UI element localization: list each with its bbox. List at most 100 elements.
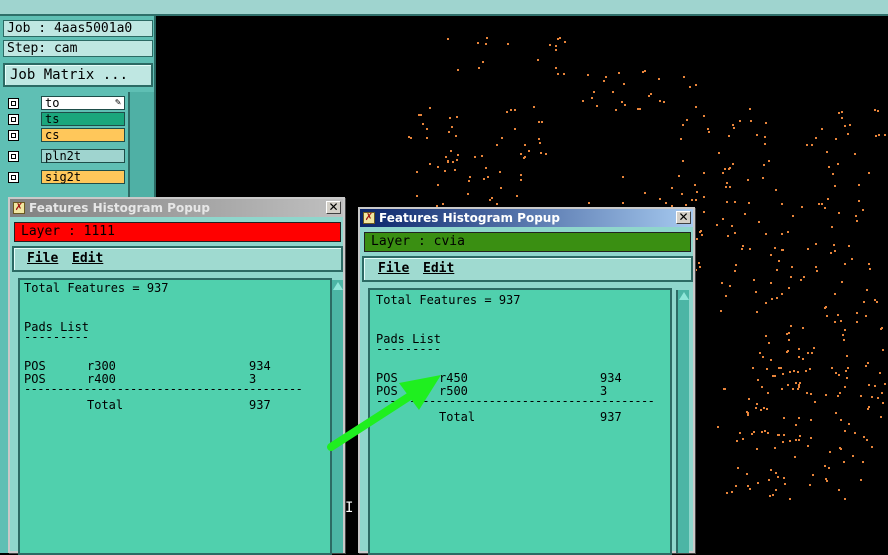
app-icon: ✗ bbox=[13, 202, 25, 214]
report-scrollbar[interactable] bbox=[330, 280, 343, 553]
feature-pad bbox=[793, 370, 795, 372]
feature-pad bbox=[756, 134, 758, 136]
layer-name-cs[interactable]: cs bbox=[41, 128, 125, 142]
feature-pad bbox=[729, 167, 731, 169]
layer-name-pln2t[interactable]: pln2t bbox=[41, 149, 125, 163]
feature-pad bbox=[868, 263, 870, 265]
feature-pad bbox=[703, 211, 705, 213]
feature-pad bbox=[774, 247, 776, 249]
feature-pad bbox=[824, 207, 826, 209]
feature-pad bbox=[539, 142, 541, 144]
scroll-up-arrow-icon[interactable] bbox=[333, 282, 343, 290]
feature-pad bbox=[533, 106, 535, 108]
feature-pad bbox=[844, 386, 846, 388]
feature-pad bbox=[496, 144, 498, 146]
feature-pad bbox=[763, 407, 765, 409]
feature-pad bbox=[474, 156, 476, 158]
layer-name-to[interactable]: to bbox=[41, 96, 125, 110]
feature-pad bbox=[833, 244, 835, 246]
feature-pad bbox=[815, 266, 817, 268]
layer-row-to[interactable]: to ✎ bbox=[3, 96, 128, 112]
feature-pad bbox=[810, 393, 812, 395]
feature-pad bbox=[807, 248, 809, 250]
close-icon: ✕ bbox=[328, 200, 339, 214]
heading-rule: --------- bbox=[24, 330, 90, 344]
file-menu[interactable]: File bbox=[27, 252, 58, 266]
feature-pad bbox=[847, 367, 849, 369]
feature-pad bbox=[696, 238, 698, 240]
feature-pad bbox=[866, 439, 868, 441]
report-text-area[interactable]: Total Features = 937 Pads List ---------… bbox=[368, 288, 672, 555]
close-button[interactable]: ✕ bbox=[326, 201, 341, 214]
feature-pad bbox=[729, 186, 731, 188]
scroll-up-arrow-icon[interactable] bbox=[679, 292, 689, 300]
layer-list-scrollbar[interactable] bbox=[128, 92, 154, 212]
feature-pad bbox=[735, 485, 737, 487]
layer-label-bar: Layer : cvia bbox=[364, 232, 691, 252]
feature-pad bbox=[582, 100, 584, 102]
feature-pad bbox=[760, 409, 762, 411]
feature-pad bbox=[671, 187, 673, 189]
popup-titlebar[interactable]: ✗ Features Histogram Popup ✕ bbox=[10, 199, 343, 217]
popup-titlebar[interactable]: ✗ Features Histogram Popup ✕ bbox=[360, 209, 693, 227]
feature-pad bbox=[794, 456, 796, 458]
layer-checkbox[interactable] bbox=[8, 98, 19, 109]
layer-name-sig2t[interactable]: sig2t bbox=[41, 170, 125, 184]
feature-pad bbox=[835, 138, 837, 140]
feature-pad bbox=[456, 116, 458, 118]
feature-pad bbox=[764, 430, 766, 432]
feature-pad bbox=[695, 199, 697, 201]
feature-pad bbox=[842, 334, 844, 336]
edit-menu[interactable]: Edit bbox=[423, 262, 454, 276]
layer-checkbox[interactable] bbox=[8, 114, 19, 125]
feature-pad bbox=[468, 180, 470, 182]
feature-pad bbox=[874, 385, 876, 387]
feature-pad bbox=[772, 375, 774, 377]
feature-pad bbox=[809, 484, 811, 486]
feature-pad bbox=[516, 195, 518, 197]
job-matrix-button[interactable]: Job Matrix ... bbox=[3, 63, 153, 87]
report-scrollbar[interactable] bbox=[676, 290, 689, 553]
feature-pad bbox=[757, 482, 759, 484]
feature-pad bbox=[733, 127, 735, 129]
feature-pad bbox=[685, 204, 687, 206]
feature-pad bbox=[781, 233, 783, 235]
feature-pad bbox=[806, 392, 808, 394]
close-button[interactable]: ✕ bbox=[676, 211, 691, 224]
feature-pad bbox=[797, 388, 799, 390]
feature-pad bbox=[776, 297, 778, 299]
layer-row-pln2t[interactable]: pln2t bbox=[3, 149, 128, 165]
feature-pad bbox=[696, 191, 698, 193]
feature-pad bbox=[718, 152, 720, 154]
feature-pad bbox=[881, 392, 883, 394]
feature-pad bbox=[801, 206, 803, 208]
feature-pad bbox=[686, 119, 688, 121]
feature-pad bbox=[847, 133, 849, 135]
feature-pad bbox=[761, 431, 763, 433]
feature-pad bbox=[765, 335, 767, 337]
layer-checkbox[interactable] bbox=[8, 172, 19, 183]
feature-pad bbox=[549, 44, 551, 46]
layer-row-cs[interactable]: cs bbox=[3, 128, 128, 144]
feature-pad bbox=[736, 440, 738, 442]
popup-title: Features Histogram Popup bbox=[29, 201, 210, 215]
feature-pad bbox=[725, 186, 727, 188]
feature-pad bbox=[639, 108, 641, 110]
feature-pad bbox=[768, 160, 770, 162]
layer-checkbox[interactable] bbox=[8, 130, 19, 141]
layer-row-ts[interactable]: ts bbox=[3, 112, 128, 128]
edit-menu[interactable]: Edit bbox=[72, 252, 103, 266]
file-menu[interactable]: File bbox=[378, 262, 409, 276]
feature-pad bbox=[810, 419, 812, 421]
report-text-area[interactable]: Total Features = 937 Pads List ---------… bbox=[18, 278, 332, 555]
feature-pad bbox=[624, 104, 626, 106]
feature-pad bbox=[856, 220, 858, 222]
feature-pad bbox=[811, 144, 813, 146]
feature-pad bbox=[821, 128, 823, 130]
feature-pad bbox=[775, 489, 777, 491]
feature-pad bbox=[426, 128, 428, 130]
layer-row-sig2t[interactable]: sig2t bbox=[3, 170, 128, 186]
layer-name-ts[interactable]: ts bbox=[41, 112, 125, 126]
feature-pad bbox=[829, 451, 831, 453]
layer-checkbox[interactable] bbox=[8, 151, 19, 162]
